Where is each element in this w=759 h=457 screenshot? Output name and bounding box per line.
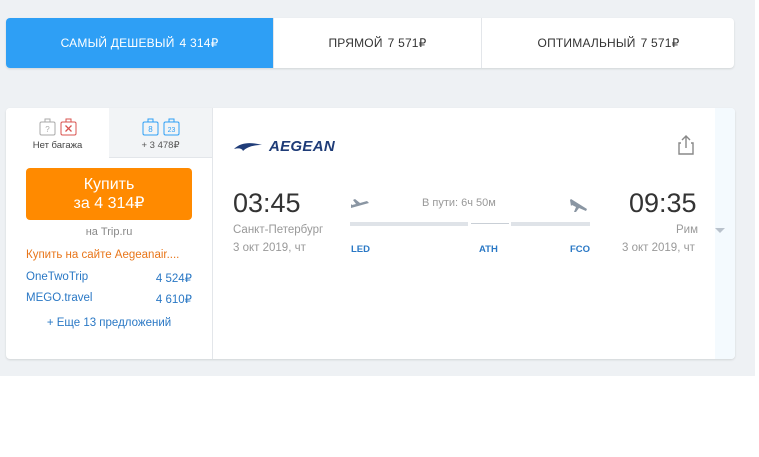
- tab-direct[interactable]: Прямой 7 571₽: [274, 18, 482, 68]
- airport-code-origin: LED: [351, 244, 370, 255]
- offer-name: OneTwoTrip: [26, 271, 89, 283]
- offer-price: 4 610₽: [155, 294, 192, 306]
- airport-code-layover: ATH: [479, 244, 498, 255]
- no-baggage-icon: [60, 118, 76, 136]
- aegean-bird-icon: [234, 142, 262, 151]
- tab-cheapest[interactable]: Самый дешевый 4 314₽: [6, 18, 274, 68]
- segment-line-1: [350, 222, 468, 226]
- offer-name: MEGO.travel: [26, 292, 93, 304]
- arrival-date: 3 окт 2019, чт: [622, 242, 695, 254]
- no-baggage-label: Нет багажа: [32, 140, 83, 151]
- arrival-city: Рим: [676, 224, 699, 236]
- chevron-down-icon[interactable]: [715, 227, 725, 234]
- tab-cheapest-label: Самый дешевый: [60, 36, 175, 50]
- airline-logo: AEGEAN: [233, 138, 335, 155]
- svg-text:23: 23: [167, 127, 175, 134]
- flight-details[interactable]: AEGEAN 03:45 Санкт-Петербург 3 окт 2019,…: [213, 108, 735, 359]
- layover-line: [471, 223, 509, 224]
- departure-time: 03:45: [233, 188, 301, 218]
- takeoff-plane-icon: [351, 199, 369, 208]
- landing-plane-icon: [570, 199, 587, 212]
- tab-direct-label: Прямой: [328, 36, 383, 50]
- sort-tabs: Самый дешевый 4 314₽ Прямой 7 571₽ Оптим…: [6, 18, 734, 68]
- ticket-buy-panel: ? Нет багажа 8 23 + 3 478₽ Купить за 4 3…: [6, 108, 213, 359]
- departure-city: Санкт-Петербург: [233, 224, 324, 236]
- offer-aegeanair-link[interactable]: Купить на сайте Aegeanair....: [26, 249, 179, 261]
- more-offers-link[interactable]: + Еще 13 предложений: [6, 317, 212, 329]
- tab-cheapest-price: 4 314₽: [179, 36, 219, 50]
- offer-onetwotrip[interactable]: OneTwoTrip 4 524₽: [26, 271, 192, 285]
- seller-name: на Trip.ru: [85, 226, 133, 238]
- tab-optimal-label: Оптимальный: [537, 36, 636, 50]
- airport-code-destination: FCO: [570, 244, 591, 255]
- arrival-time: 09:35: [629, 188, 697, 218]
- departure-date: 3 окт 2019, чт: [233, 242, 306, 254]
- baggage-extra-price: + 3 478₽: [141, 140, 180, 151]
- svg-text:8: 8: [148, 125, 153, 134]
- segment-line-2: [511, 222, 590, 226]
- airline-name: AEGEAN: [269, 138, 335, 155]
- baggage-23kg-icon: 23: [163, 118, 179, 136]
- baggage-option-none[interactable]: ? Нет багажа: [6, 108, 109, 157]
- tab-optimal-price: 7 571₽: [640, 36, 680, 50]
- hand-luggage-icon: ?: [39, 118, 55, 136]
- flight-duration: В пути: 6ч 50м: [422, 197, 496, 209]
- share-icon[interactable]: [677, 134, 695, 156]
- ticket-card: ? Нет багажа 8 23 + 3 478₽ Купить за 4 3…: [6, 108, 735, 359]
- buy-button-line2: за 4 314₽: [73, 195, 145, 212]
- tab-direct-price: 7 571₽: [387, 36, 427, 50]
- buy-button[interactable]: Купить за 4 314₽: [26, 168, 192, 220]
- offer-mego[interactable]: MEGO.travel 4 610₽: [26, 292, 192, 306]
- offer-price: 4 524₽: [155, 273, 192, 285]
- tab-optimal[interactable]: Оптимальный 7 571₽: [482, 18, 734, 68]
- svg-text:?: ?: [45, 125, 50, 134]
- baggage-option-included[interactable]: 8 23 + 3 478₽: [109, 108, 212, 158]
- buy-button-line1: Купить: [83, 176, 135, 193]
- hand-luggage-8kg-icon: 8: [142, 118, 158, 136]
